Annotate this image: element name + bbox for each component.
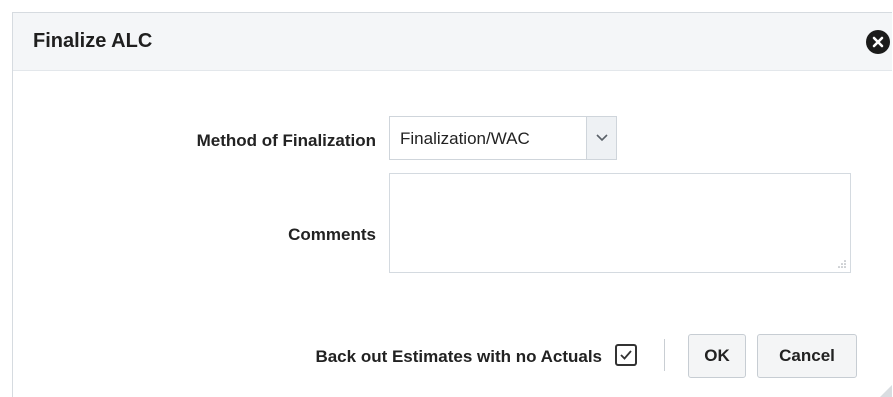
checkmark-icon: [620, 350, 632, 360]
method-of-finalization-select[interactable]: Finalization/WAC: [389, 116, 617, 160]
resize-grip-icon[interactable]: [838, 260, 846, 268]
method-select-value: Finalization/WAC: [400, 129, 530, 148]
method-of-finalization-label: Method of Finalization: [196, 131, 376, 150]
chevron-down-icon[interactable]: [586, 117, 616, 159]
ok-button[interactable]: OK: [688, 334, 746, 378]
dialog-header: Finalize ALC: [13, 13, 892, 71]
cancel-button[interactable]: Cancel: [757, 334, 857, 378]
finalize-alc-dialog: Finalize ALC Method of Finalization Fina…: [12, 12, 892, 397]
close-icon[interactable]: [866, 30, 890, 54]
comments-label: Comments: [288, 225, 376, 244]
dialog-title: Finalize ALC: [33, 30, 153, 52]
dialog-resize-icon[interactable]: [878, 383, 892, 397]
backout-estimates-label: Back out Estimates with no Actuals: [315, 347, 602, 366]
divider: [664, 339, 665, 371]
comments-textarea[interactable]: [389, 173, 851, 273]
backout-estimates-checkbox[interactable]: [615, 344, 637, 366]
